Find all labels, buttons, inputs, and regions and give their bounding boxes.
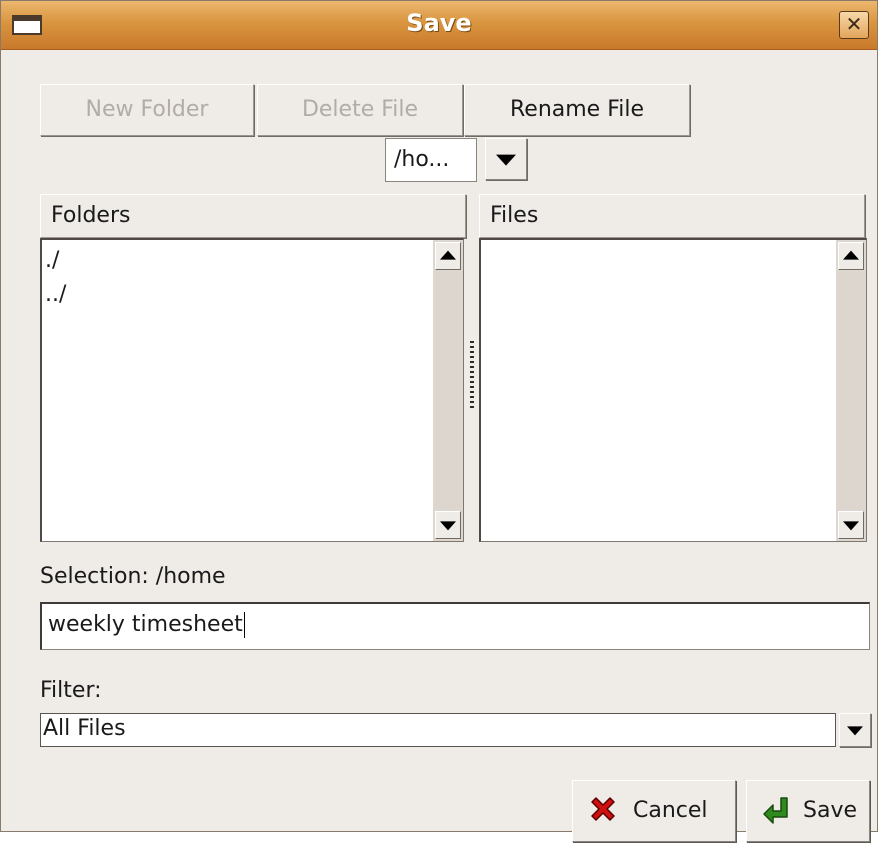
save-button[interactable]: Save (746, 780, 870, 842)
arrow-down-icon (440, 521, 456, 531)
folders-list[interactable]: ./ ../ (40, 238, 464, 542)
window-title: Save (406, 9, 472, 37)
folder-item[interactable]: ../ (42, 278, 463, 312)
folders-scrollbar[interactable] (433, 240, 463, 541)
pane-splitter-handle[interactable] (470, 341, 474, 409)
filter-dropdown-button[interactable] (839, 713, 871, 747)
arrow-down-icon (843, 521, 859, 531)
filename-value: weekly timesheet (48, 612, 243, 637)
rename-file-button[interactable]: Rename File (464, 84, 690, 136)
cancel-button[interactable]: Cancel (572, 780, 736, 842)
green-arrow-icon (763, 797, 788, 824)
arrow-up-icon (843, 250, 859, 260)
selection-label: Selection: /home (40, 564, 226, 589)
delete-file-button[interactable]: Delete File (257, 84, 463, 136)
title-bar[interactable]: Save ✕ (1, 1, 877, 50)
scroll-track[interactable] (435, 272, 461, 509)
arrow-up-icon (440, 250, 456, 260)
scroll-up-button[interactable] (435, 242, 461, 270)
scroll-track[interactable] (838, 272, 864, 509)
close-icon: ✕ (845, 12, 863, 36)
chevron-down-icon (496, 154, 516, 166)
folder-item[interactable]: ./ (42, 244, 463, 278)
chevron-down-icon (847, 726, 863, 736)
cancel-label: Cancel (633, 798, 708, 823)
red-x-icon (591, 797, 615, 821)
files-column-header[interactable]: Files (479, 194, 865, 238)
save-dialog: Save ✕ New Folder Delete File Rename Fil… (0, 0, 878, 842)
new-folder-button[interactable]: New Folder (40, 84, 254, 136)
folders-column-header[interactable]: Folders (40, 194, 466, 238)
scroll-down-button[interactable] (435, 511, 461, 539)
files-list[interactable] (479, 238, 867, 542)
path-dropdown-button[interactable] (485, 138, 527, 180)
path-dropdown[interactable]: /ho... (385, 138, 527, 182)
files-scrollbar[interactable] (836, 240, 866, 541)
scroll-up-button[interactable] (838, 242, 864, 270)
scroll-down-button[interactable] (838, 511, 864, 539)
text-caret (243, 612, 245, 638)
filter-label: Filter: (40, 678, 102, 703)
filename-input[interactable]: weekly timesheet (40, 602, 870, 650)
filter-select[interactable]: All Files (40, 713, 836, 747)
close-button[interactable]: ✕ (839, 11, 869, 39)
path-dropdown-value[interactable]: /ho... (385, 138, 477, 182)
save-label: Save (803, 798, 858, 823)
